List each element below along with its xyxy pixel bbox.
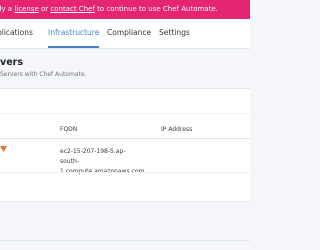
nav-tab-compliance[interactable]: Compliance: [107, 19, 151, 46]
banner-text-before: dy a: [0, 5, 13, 13]
top-navigation: plications Infrastructure Compliance Set…: [0, 19, 250, 49]
banner-text-mid: or: [38, 5, 51, 13]
column-header-fqdn[interactable]: FQDN: [60, 126, 77, 133]
table-toolbar: [0, 89, 250, 114]
nav-tab-applications[interactable]: plications: [0, 19, 33, 46]
nav-tab-settings[interactable]: Settings: [159, 19, 190, 46]
footer-divider: [0, 240, 250, 241]
servers-table: FQDN IP Address ec2-15-207-198-5.ap-sout…: [0, 88, 250, 202]
header-divider: [0, 138, 250, 139]
row-divider: [0, 172, 250, 173]
status-warning-shape: [0, 146, 7, 152]
contact-chef-link[interactable]: contact Chef: [50, 5, 95, 13]
page-title: vers: [0, 57, 23, 68]
banner-text-after: to continue to use Chef Automate.: [94, 5, 218, 13]
nav-tab-infrastructure[interactable]: Infrastructure: [48, 19, 100, 48]
page-subtitle: Servers with Chef Automate.: [0, 71, 87, 78]
license-banner: dy a license or contact Chef to continue…: [0, 0, 250, 19]
column-header-ip-address[interactable]: IP Address: [161, 126, 192, 133]
license-link[interactable]: license: [14, 5, 38, 13]
status-warning-icon: [0, 146, 7, 152]
